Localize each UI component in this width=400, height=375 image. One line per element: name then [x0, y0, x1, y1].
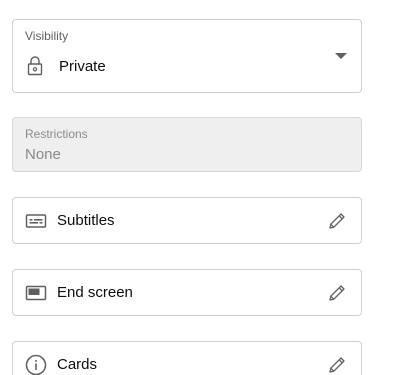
lock-icon [25, 55, 47, 77]
info-icon [25, 354, 47, 375]
restrictions-value: None [25, 146, 61, 163]
pencil-icon[interactable] [327, 211, 347, 231]
visibility-value-row: Private [25, 55, 106, 77]
subtitles-row: Subtitles [25, 198, 115, 243]
end-screen-label: End screen [57, 284, 133, 301]
cards-label: Cards [57, 356, 98, 373]
end-screen-card[interactable]: End screen [12, 269, 362, 316]
visibility-value: Private [59, 57, 106, 75]
subtitles-label: Subtitles [57, 212, 115, 229]
pencil-icon[interactable] [327, 355, 347, 375]
restrictions-field: Restrictions None [12, 117, 362, 172]
end-screen-row: End screen [25, 270, 133, 315]
subtitles-card[interactable]: Subtitles [12, 197, 362, 244]
cards-row: Cards [25, 342, 97, 375]
restrictions-label: Restrictions [25, 127, 88, 141]
end-screen-icon [25, 282, 47, 304]
visibility-label: Visibility [25, 29, 69, 43]
subtitles-icon [25, 210, 47, 232]
video-details-panel: Visibility Private Restrictions None Sub… [0, 0, 400, 375]
pencil-icon[interactable] [327, 283, 347, 303]
chevron-down-icon [335, 53, 347, 59]
visibility-dropdown[interactable]: Visibility Private [12, 19, 362, 93]
cards-card[interactable]: Cards [12, 341, 362, 375]
